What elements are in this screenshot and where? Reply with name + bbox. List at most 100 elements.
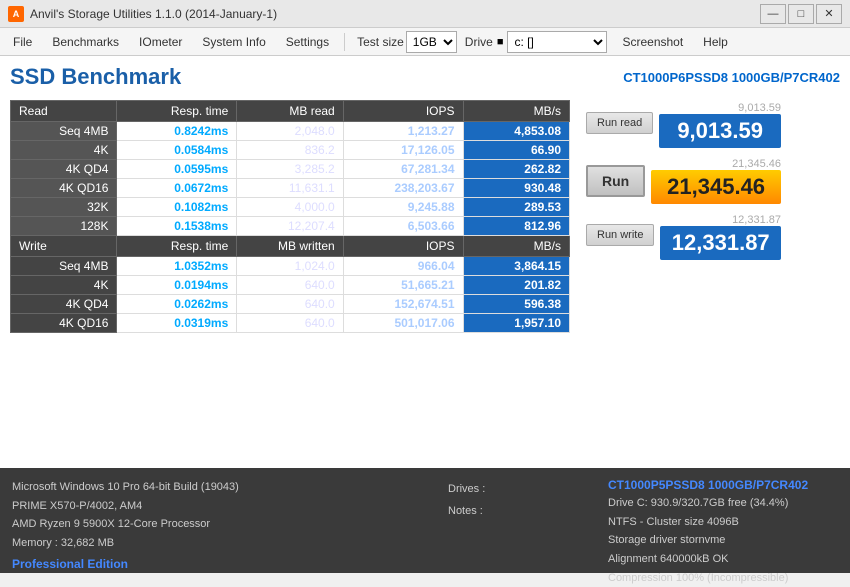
col-mbs-w: MB/s xyxy=(463,236,570,257)
row-label: Seq 4MB xyxy=(11,122,117,141)
row-label: 4K QD4 xyxy=(11,160,117,179)
iops-cell: 966.04 xyxy=(343,257,463,276)
bottom-info: Microsoft Windows 10 Pro 64-bit Build (1… xyxy=(0,468,850,573)
mb-cell: 1,024.0 xyxy=(237,257,343,276)
write-score-small: 12,331.87 xyxy=(660,214,781,226)
iops-cell: 1,213.27 xyxy=(343,122,463,141)
mb-cell: 640.0 xyxy=(237,314,343,333)
row-label: 4K QD16 xyxy=(11,179,117,198)
resp-time-cell: 0.0595ms xyxy=(117,160,237,179)
benchmark-header: SSD Benchmark CT1000P6PSSD8 1000GB/P7CR4… xyxy=(10,64,840,90)
cpu-info: AMD Ryzen 9 5900X 12-Core Processor xyxy=(12,515,408,534)
mbs-cell: 289.53 xyxy=(463,198,570,217)
run-main-section: Run 21,345.46 21,345.46 xyxy=(586,158,781,204)
iops-cell: 51,665.21 xyxy=(343,276,463,295)
write-table-row: 4K QD16 0.0319ms 640.0 501,017.06 1,957.… xyxy=(11,314,570,333)
menu-benchmarks[interactable]: Benchmarks xyxy=(43,31,128,53)
mb-cell: 4,000.0 xyxy=(237,198,343,217)
score-panel: Run read 9,013.59 9,013.59 Run 21,345.46… xyxy=(586,100,781,333)
resp-time-cell: 0.1538ms xyxy=(117,217,237,236)
read-score-value: 9,013.59 xyxy=(659,114,781,148)
test-size-label: Test size xyxy=(357,35,404,49)
write-table-row: 4K QD4 0.0262ms 640.0 152,674.51 596.38 xyxy=(11,295,570,314)
row-label: 4K QD16 xyxy=(11,314,117,333)
menu-separator xyxy=(344,33,345,51)
storage-driver-info: Storage driver stornvme xyxy=(608,531,838,550)
iops-cell: 238,203.67 xyxy=(343,179,463,198)
row-label: 4K xyxy=(11,141,117,160)
col-mb-read: MB read xyxy=(237,101,343,122)
col-read: Read xyxy=(11,101,117,122)
mbs-cell: 66.90 xyxy=(463,141,570,160)
test-size-select[interactable]: 1GB 2GB 4GB xyxy=(406,31,457,53)
os-info: Microsoft Windows 10 Pro 64-bit Build (1… xyxy=(12,478,408,497)
benchmark-table-area: Read Resp. time MB read IOPS MB/s Seq 4M… xyxy=(10,100,570,333)
window-controls: — □ ✕ xyxy=(760,4,842,24)
mb-cell: 836.2 xyxy=(237,141,343,160)
write-score-value: 12,331.87 xyxy=(660,226,781,260)
screenshot-button[interactable]: Screenshot xyxy=(613,31,692,53)
alignment-info: Alignment 640000kB OK xyxy=(608,550,838,569)
mbs-cell: 4,853.08 xyxy=(463,122,570,141)
col-resp-time-w: Resp. time xyxy=(117,236,237,257)
col-resp-time: Resp. time xyxy=(117,101,237,122)
run-score-box: 21,345.46 21,345.46 xyxy=(651,158,781,204)
run-score-small: 21,345.46 xyxy=(651,158,781,170)
mem-info: Memory : 32,682 MB xyxy=(12,534,408,553)
row-label: 32K xyxy=(11,198,117,217)
drive-icon: ■ xyxy=(497,36,504,48)
mbs-cell: 3,864.15 xyxy=(463,257,570,276)
col-mb-written: MB written xyxy=(237,236,343,257)
row-label: 4K QD4 xyxy=(11,295,117,314)
col-iops: IOPS xyxy=(343,101,463,122)
mbs-cell: 930.48 xyxy=(463,179,570,198)
write-score-box: 12,331.87 12,331.87 xyxy=(660,214,781,260)
drive-info-right: CT1000P5PSSD8 1000GB/P7CR402 Drive C: 93… xyxy=(608,478,838,563)
col-iops-w: IOPS xyxy=(343,236,463,257)
col-mbs: MB/s xyxy=(463,101,570,122)
menu-settings[interactable]: Settings xyxy=(277,31,338,53)
menu-iometer[interactable]: IOmeter xyxy=(130,31,191,53)
read-table-row: 128K 0.1538ms 12,207.4 6,503.66 812.96 xyxy=(11,217,570,236)
run-button[interactable]: Run xyxy=(586,165,645,197)
row-label: 4K xyxy=(11,276,117,295)
mbs-cell: 1,957.10 xyxy=(463,314,570,333)
close-button[interactable]: ✕ xyxy=(816,4,842,24)
row-label: Seq 4MB xyxy=(11,257,117,276)
read-table-row: 32K 0.1082ms 4,000.0 9,245.88 289.53 xyxy=(11,198,570,217)
run-score-value: 21,345.46 xyxy=(651,170,781,204)
app-title: Anvil's Storage Utilities 1.1.0 (2014-Ja… xyxy=(30,7,277,21)
mbs-cell: 596.38 xyxy=(463,295,570,314)
resp-time-cell: 0.0194ms xyxy=(117,276,237,295)
read-table-row: 4K QD16 0.0672ms 11,631.1 238,203.67 930… xyxy=(11,179,570,198)
iops-cell: 17,126.05 xyxy=(343,141,463,160)
resp-time-cell: 1.0352ms xyxy=(117,257,237,276)
drive-label: Drive xyxy=(465,35,493,49)
run-write-button[interactable]: Run write xyxy=(586,224,654,246)
mb-cell: 11,631.1 xyxy=(237,179,343,198)
drive-id: CT1000P6PSSD8 1000GB/P7CR402 xyxy=(623,70,840,85)
ntfs-info: NTFS - Cluster size 4096B xyxy=(608,513,838,532)
run-read-button[interactable]: Run read xyxy=(586,112,653,134)
notes-label: Notes : xyxy=(448,500,588,522)
row-label: 128K xyxy=(11,217,117,236)
menu-file[interactable]: File xyxy=(4,31,41,53)
mbs-cell: 812.96 xyxy=(463,217,570,236)
resp-time-cell: 0.1082ms xyxy=(117,198,237,217)
maximize-button[interactable]: □ xyxy=(788,4,814,24)
drive-select[interactable]: c: [] xyxy=(507,31,607,53)
menu-system-info[interactable]: System Info xyxy=(193,31,274,53)
write-table-row: Seq 4MB 1.0352ms 1,024.0 966.04 3,864.15 xyxy=(11,257,570,276)
minimize-button[interactable]: — xyxy=(760,4,786,24)
drives-label: Drives : xyxy=(448,478,588,500)
resp-time-cell: 0.0319ms xyxy=(117,314,237,333)
run-write-section: Run write 12,331.87 12,331.87 xyxy=(586,214,781,260)
titlebar: A Anvil's Storage Utilities 1.1.0 (2014-… xyxy=(0,0,850,28)
mb-info: PRIME X570-P/4002, AM4 xyxy=(12,497,408,516)
resp-time-cell: 0.0584ms xyxy=(117,141,237,160)
menu-help[interactable]: Help xyxy=(694,31,737,53)
app-icon: A xyxy=(8,6,24,22)
drive-title: CT1000P5PSSD8 1000GB/P7CR402 xyxy=(608,478,838,492)
system-info-center: Drives : Notes : xyxy=(428,478,588,563)
run-read-section: Run read 9,013.59 9,013.59 xyxy=(586,102,781,148)
